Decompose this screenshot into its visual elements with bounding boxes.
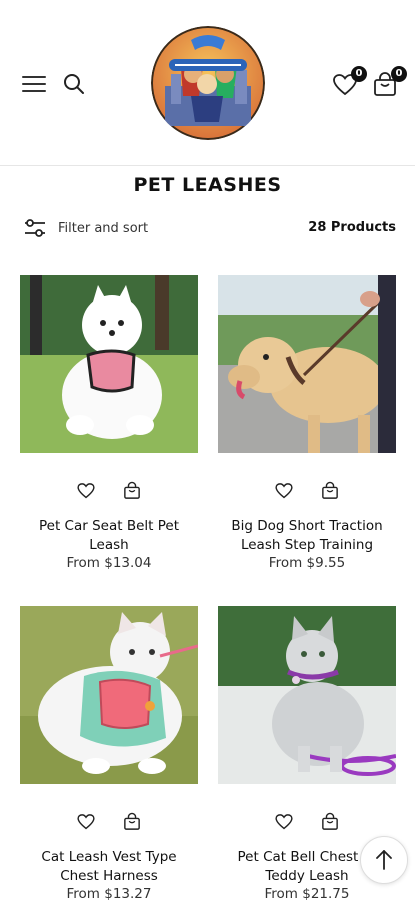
- wishlist-button[interactable]: 0: [330, 66, 367, 100]
- add-to-wishlist-button[interactable]: [274, 812, 294, 832]
- card-actions: [20, 481, 198, 501]
- product-title[interactable]: Big Dog Short Traction Leash Step Traini…: [218, 517, 396, 555]
- filter-label: Filter and sort: [58, 220, 149, 236]
- scroll-to-top-button[interactable]: [360, 836, 408, 884]
- add-to-wishlist-button[interactable]: [274, 481, 294, 501]
- shopping-bag-icon: [124, 481, 140, 499]
- logo-image: [151, 26, 265, 140]
- add-to-wishlist-button[interactable]: [76, 812, 96, 832]
- hamburger-menu-icon: [22, 76, 46, 78]
- product-image[interactable]: [20, 275, 198, 453]
- heart-icon: [275, 814, 293, 830]
- dog-harness-photo: [20, 275, 198, 453]
- card-actions: [20, 812, 198, 832]
- search-button[interactable]: [62, 72, 86, 96]
- product-price: From $9.55: [268, 555, 346, 571]
- add-to-cart-button[interactable]: [122, 812, 142, 832]
- product-title-line: Chest Harness: [60, 868, 158, 884]
- shopping-bag-icon: [124, 812, 140, 830]
- page-title: PET LEASHES: [133, 174, 282, 196]
- product-image[interactable]: [218, 275, 396, 453]
- cat-bell-leash-photo: [218, 606, 396, 784]
- card-actions: [218, 481, 396, 501]
- arrow-up-icon: [376, 850, 392, 870]
- shopping-bag-icon: [322, 812, 338, 830]
- dog-leash-photo: [218, 275, 396, 453]
- product-title-line: Cat Leash Vest Type: [41, 849, 177, 865]
- product-image[interactable]: [218, 606, 396, 784]
- heart-icon: [77, 814, 95, 830]
- product-price: From $13.04: [66, 555, 152, 571]
- product-title-line: Leash Step Training: [240, 537, 374, 553]
- product-title-line: Big Dog Short Traction: [231, 518, 383, 534]
- product-image[interactable]: [20, 606, 198, 784]
- sliders-icon: [25, 219, 45, 237]
- product-count: 28 Products: [308, 220, 396, 235]
- store-logo[interactable]: [151, 26, 265, 140]
- add-to-cart-button[interactable]: [320, 812, 340, 832]
- search-icon: [64, 74, 84, 94]
- product-title[interactable]: Pet Car Seat Belt Pet Leash: [20, 517, 198, 555]
- filter-and-sort-button[interactable]: Filter and sort: [24, 216, 148, 240]
- heart-icon: [275, 483, 293, 499]
- product-title-line: Pet Car Seat Belt Pet: [39, 518, 179, 534]
- site-header: 0 0: [0, 0, 415, 166]
- heart-icon: [77, 483, 95, 499]
- shopping-bag-icon: [322, 481, 338, 499]
- menu-button[interactable]: [22, 74, 46, 94]
- filter-row: Filter and sort 28 Products: [24, 216, 396, 240]
- product-title[interactable]: Cat Leash Vest Type Chest Harness: [20, 848, 198, 886]
- cat-vest-harness-photo: [20, 606, 198, 784]
- add-to-cart-button[interactable]: [122, 481, 142, 501]
- wishlist-count-badge: 0: [351, 66, 367, 82]
- product-title-line: Leash: [89, 537, 129, 553]
- card-actions: [218, 812, 396, 832]
- cart-button[interactable]: 0: [370, 66, 407, 100]
- add-to-wishlist-button[interactable]: [76, 481, 96, 501]
- add-to-cart-button[interactable]: [320, 481, 340, 501]
- cart-count-badge: 0: [391, 66, 407, 82]
- product-price: From $21.75: [264, 886, 350, 900]
- product-price: From $13.27: [66, 886, 152, 900]
